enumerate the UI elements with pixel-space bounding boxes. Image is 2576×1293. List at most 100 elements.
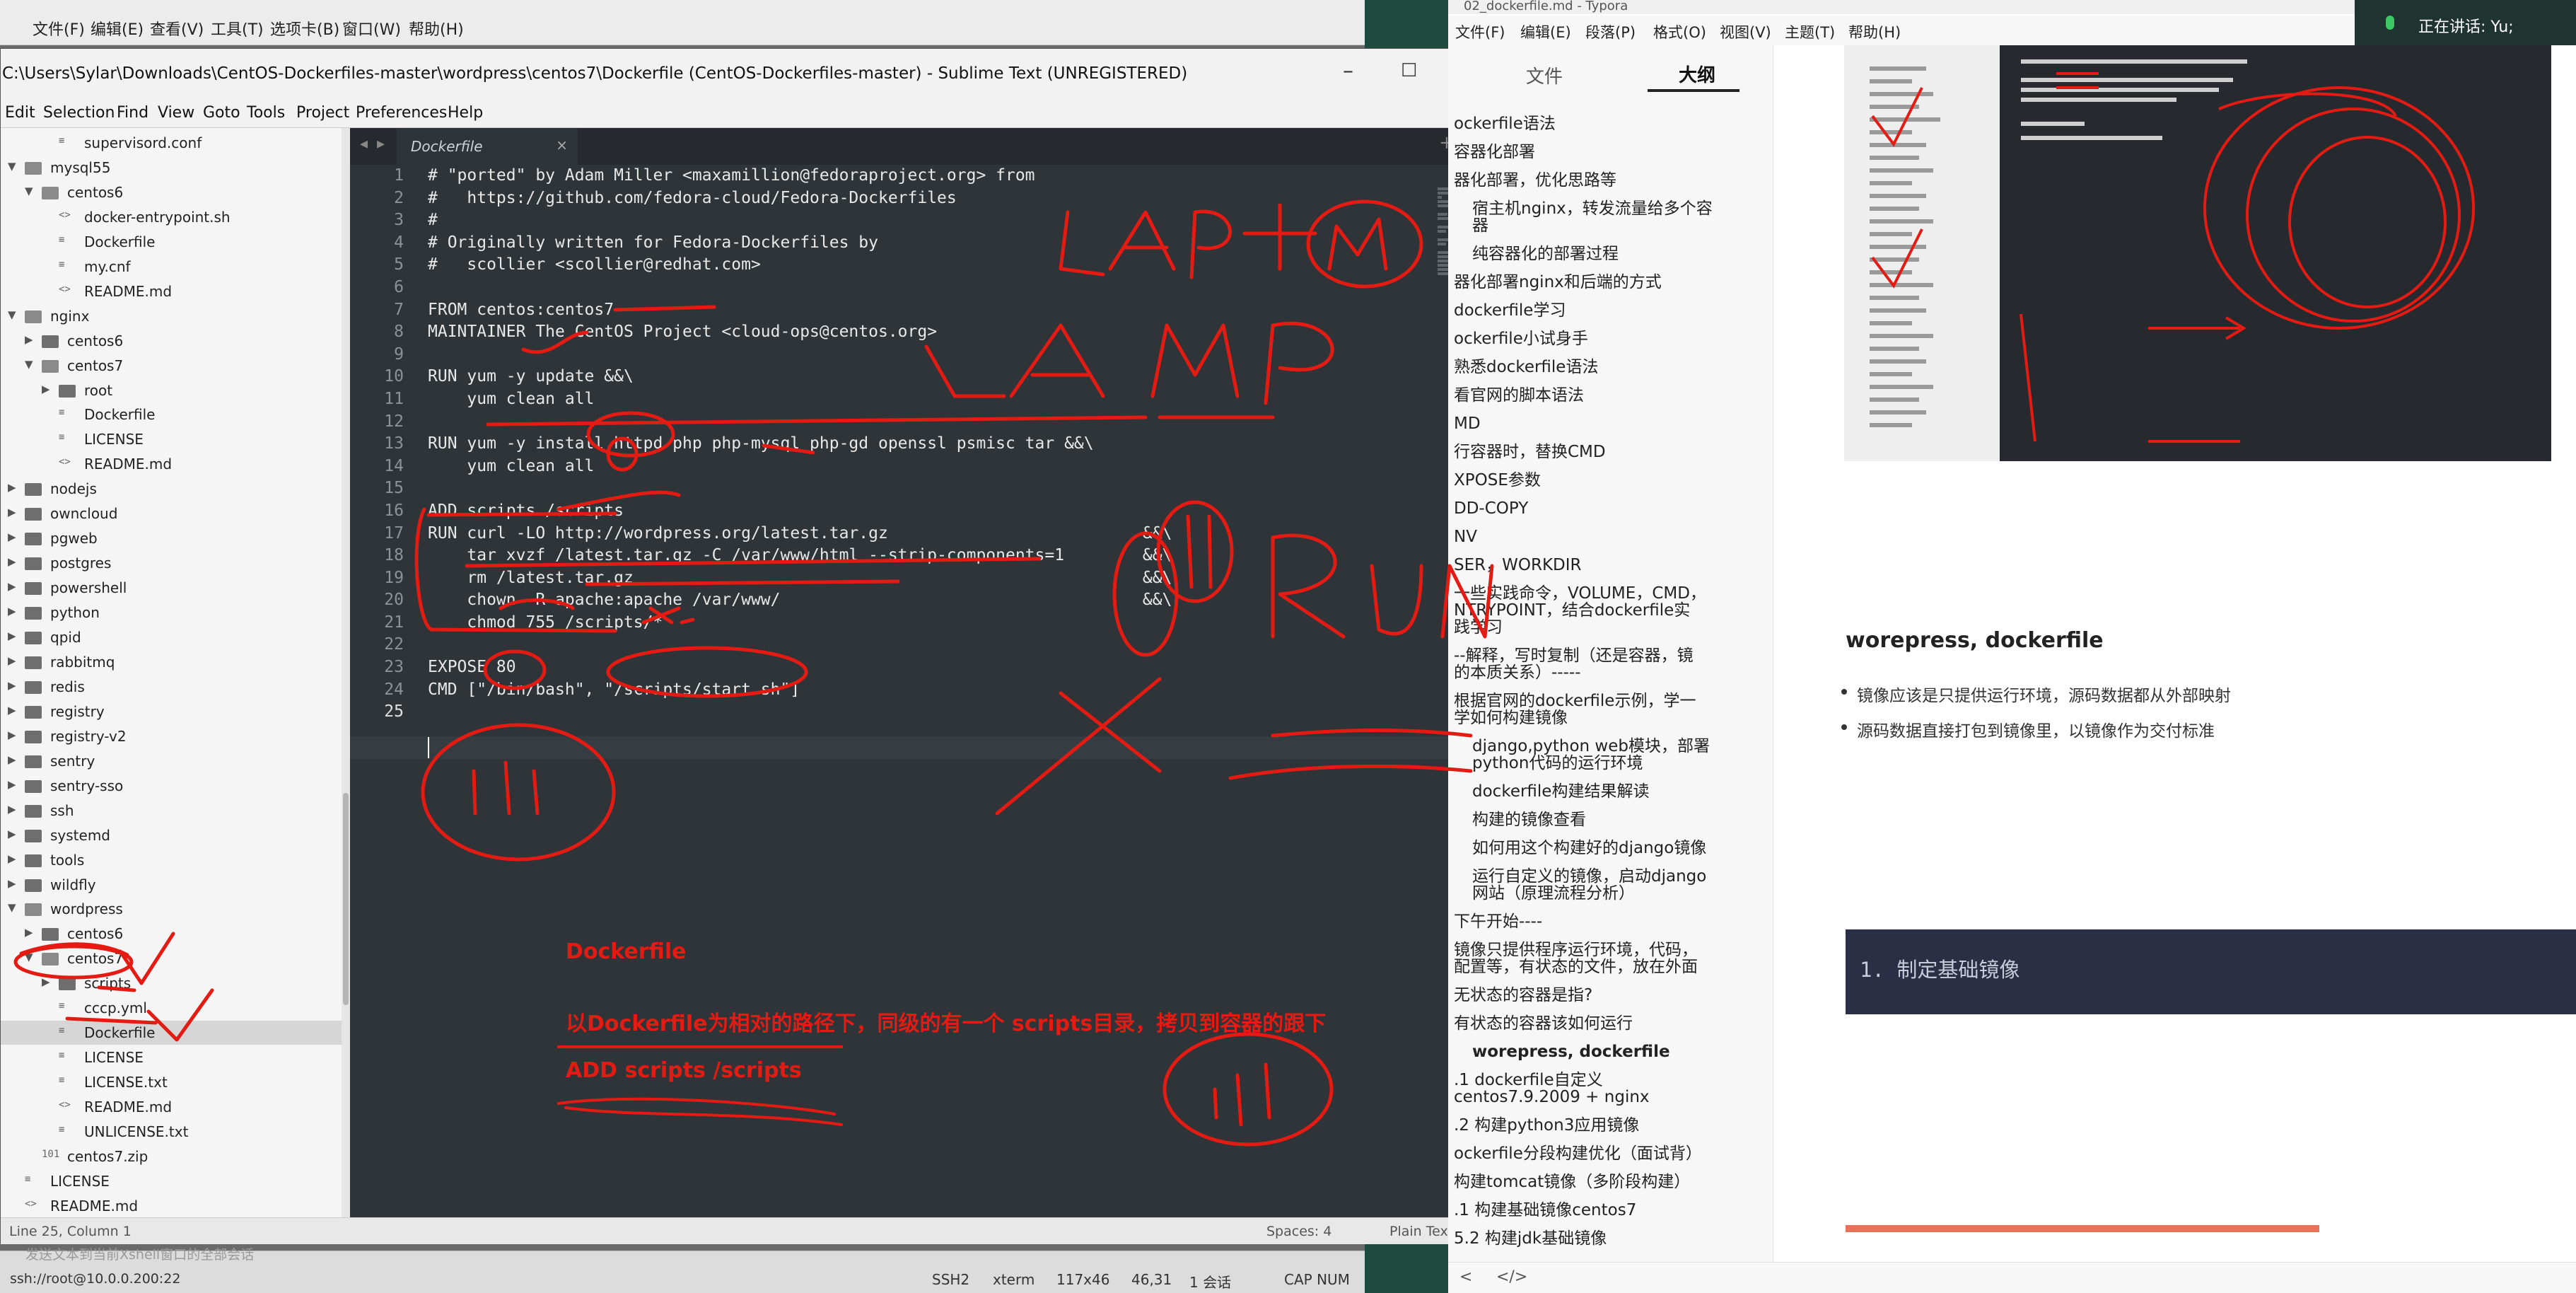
menu-preferences[interactable]: Preferences [356, 104, 447, 122]
tree-file[interactable]: <> docker-entrypoint.sh [1, 205, 350, 229]
outline-item[interactable]: 无状态的容器是指? [1454, 986, 1592, 1004]
menu-tools[interactable]: Tools [247, 104, 285, 122]
tree-folder[interactable]: ▶ sentry-sso [1, 774, 350, 798]
tree-folder[interactable]: ▶ wildfly [1, 873, 350, 897]
chevron-right-icon[interactable]: ▶ [8, 555, 16, 568]
chevron-right-icon[interactable]: ▶ [8, 481, 16, 494]
outline-item[interactable]: ockerfile语法 [1454, 115, 1556, 133]
code-block[interactable]: 1. 制定基础镜像 [1846, 929, 2576, 1014]
source-mode-icon[interactable]: </> [1496, 1268, 1527, 1286]
outline-item[interactable]: worepress, dockerfile [1472, 1043, 1670, 1061]
tree-folder[interactable]: ▶ rabbitmq [1, 650, 350, 674]
tree-folder[interactable]: ▼ nginx [1, 304, 350, 328]
chevron-right-icon[interactable]: ▶ [25, 926, 33, 939]
outline-item[interactable]: 构建的镜像查看 [1472, 811, 1586, 829]
outline-item[interactable]: 纯容器化的部署过程 [1472, 245, 1619, 263]
tree-file[interactable]: ≡ Dockerfile [1, 402, 350, 427]
xshell-menu-window[interactable]: 窗口(W) [342, 17, 401, 40]
outline-item[interactable]: 器 [1472, 216, 1488, 235]
tree-folder[interactable]: ▶ registry-v2 [1, 724, 350, 748]
outline-item[interactable]: dockerfile学习 [1454, 301, 1566, 320]
chevron-right-icon[interactable]: ▶ [8, 679, 16, 692]
tree-folder[interactable]: ▼ centos7 [1, 354, 350, 378]
tab-next-icon[interactable]: ▸ [377, 135, 385, 153]
outline-item[interactable]: 行容器时，替换CMD [1454, 443, 1606, 461]
outline-item[interactable]: 践学习 [1454, 618, 1503, 637]
outline-item[interactable]: dockerfile构建结果解读 [1472, 782, 1649, 801]
tree-file[interactable]: ≡ supervisord.conf [1, 131, 350, 155]
toggle-sidebar-icon[interactable]: < [1459, 1268, 1472, 1286]
tree-folder[interactable]: ▼ mysql55 [1, 156, 350, 180]
ty-menu-theme[interactable]: 主题(T) [1785, 21, 1835, 42]
tree-file[interactable]: <> README.md [1, 1095, 350, 1119]
menu-project[interactable]: Project [296, 104, 349, 122]
tree-folder[interactable]: ▶ systemd [1, 823, 350, 847]
outline-item[interactable]: .1 构建基础镜像centos7 [1454, 1201, 1636, 1219]
tree-file[interactable]: ≡ cccp.yml [1, 996, 350, 1020]
outline-item[interactable]: .2 构建python3应用镜像 [1454, 1116, 1639, 1135]
outline-item[interactable]: django,python web模块，部署 [1472, 737, 1710, 755]
outline-item[interactable]: 的本质关系）----- [1454, 663, 1581, 682]
tree-file[interactable]: ≡ LICENSE [1, 1045, 350, 1069]
outline-item[interactable]: 熟悉dockerfile语法 [1454, 358, 1598, 376]
outline-item[interactable]: ockerfile小试身手 [1454, 330, 1588, 348]
outline-item[interactable]: 配置等，有状态的文件，放在外面 [1454, 958, 1698, 976]
outline-item[interactable]: 宿主机nginx，转发流量给多个容 [1472, 199, 1713, 218]
tree-file[interactable]: ≡ LICENSE.txt [1, 1070, 350, 1094]
code-area[interactable]: # "ported" by Adam Miller <maxamillion@f… [428, 165, 1172, 724]
outline-item[interactable]: 如何用这个构建好的django镜像 [1472, 839, 1706, 857]
chevron-right-icon[interactable]: ▶ [42, 383, 50, 395]
outline-item[interactable]: 看官网的脚本语法 [1454, 386, 1584, 405]
tree-folder[interactable]: ▶ tools [1, 848, 350, 872]
outline-item[interactable]: 器化部署，优化思路等 [1454, 171, 1616, 190]
xshell-menu-tools[interactable]: 工具(T) [211, 17, 264, 40]
tab-dockerfile[interactable]: Dockerfile × [397, 128, 578, 165]
outline-item[interactable]: DD-COPY [1454, 499, 1528, 518]
chevron-right-icon[interactable]: ▶ [8, 877, 16, 890]
tree-folder[interactable]: ▶ nodejs [1, 477, 350, 501]
tree-file[interactable]: ≡ Dockerfile [1, 230, 350, 254]
outline-item[interactable]: NTRYPOINT，结合dockerfile实 [1454, 601, 1690, 620]
tree-folder[interactable]: ▶ centos6 [1, 329, 350, 353]
ty-menu-paragraph[interactable]: 段落(P) [1585, 21, 1636, 42]
tree-file[interactable]: <> README.md [1, 1194, 350, 1217]
tab-files[interactable]: 文件 [1526, 62, 1563, 88]
menu-selection[interactable]: Selection [43, 104, 115, 122]
document-content[interactable]: worepress, dockerfile 镜像应该是只提供运行环境，源码数据都… [1773, 45, 2576, 1262]
tree-folder[interactable]: ▶ scripts [1, 971, 350, 995]
xshell-menu-edit[interactable]: 编辑(E) [91, 17, 144, 40]
tab-prev-icon[interactable]: ◂ [360, 135, 368, 153]
chevron-down-icon[interactable]: ▼ [8, 901, 16, 914]
outline-item[interactable]: 容器化部署 [1454, 143, 1535, 161]
tree-folder[interactable]: ▶ ssh [1, 799, 350, 823]
chevron-down-icon[interactable]: ▼ [8, 160, 16, 173]
xshell-menu-view[interactable]: 查看(V) [150, 17, 204, 40]
tree-file[interactable]: ≡ LICENSE [1, 1169, 350, 1193]
tree-folder[interactable]: ▶ postgres [1, 551, 350, 575]
tree-folder[interactable]: ▶ powershell [1, 576, 350, 600]
tree-file[interactable]: <> README.md [1, 452, 350, 476]
sidebar-scrollbar[interactable] [342, 128, 350, 1217]
tree-file[interactable]: ≡ UNLICENSE.txt [1, 1120, 350, 1144]
ty-menu-file[interactable]: 文件(F) [1455, 21, 1505, 42]
outline-item[interactable]: 镜像只提供程序运行环境，代码， [1454, 941, 1698, 959]
outline-item[interactable]: --解释，写时复制（还是容器，镜 [1454, 646, 1694, 665]
tree-folder[interactable]: ▶ pgweb [1, 526, 350, 550]
xshell-menu-tabs[interactable]: 选项卡(B) [270, 17, 339, 40]
outline-item[interactable]: SER，WORKDIR [1454, 556, 1582, 574]
ty-menu-edit[interactable]: 编辑(E) [1520, 21, 1571, 42]
minimize-button[interactable]: – [1343, 59, 1353, 83]
ty-menu-help[interactable]: 帮助(H) [1848, 21, 1901, 42]
menu-goto[interactable]: Goto [203, 104, 240, 122]
menu-edit[interactable]: Edit [5, 104, 35, 122]
outline-item[interactable]: 构建tomcat镜像（多阶段构建） [1454, 1173, 1690, 1191]
chevron-right-icon[interactable]: ▶ [8, 778, 16, 791]
chevron-down-icon[interactable]: ▼ [25, 358, 33, 371]
chevron-down-icon[interactable]: ▼ [8, 308, 16, 321]
chevron-right-icon[interactable]: ▶ [8, 630, 16, 642]
outline-item[interactable]: centos7.9.2009 + nginx [1454, 1088, 1650, 1106]
xshell-menu-file[interactable]: 文件(F) [33, 17, 85, 40]
code-editor[interactable]: 1 2 3 4 5 6 7 8 9 10 11 12 13 14 15 16 17 18 19 20 21 22 23 24 2… [350, 165, 1491, 1217]
tree-folder[interactable]: ▼ centos6 [1, 180, 350, 204]
outline-item[interactable]: 有状态的容器该如何运行 [1454, 1014, 1633, 1033]
